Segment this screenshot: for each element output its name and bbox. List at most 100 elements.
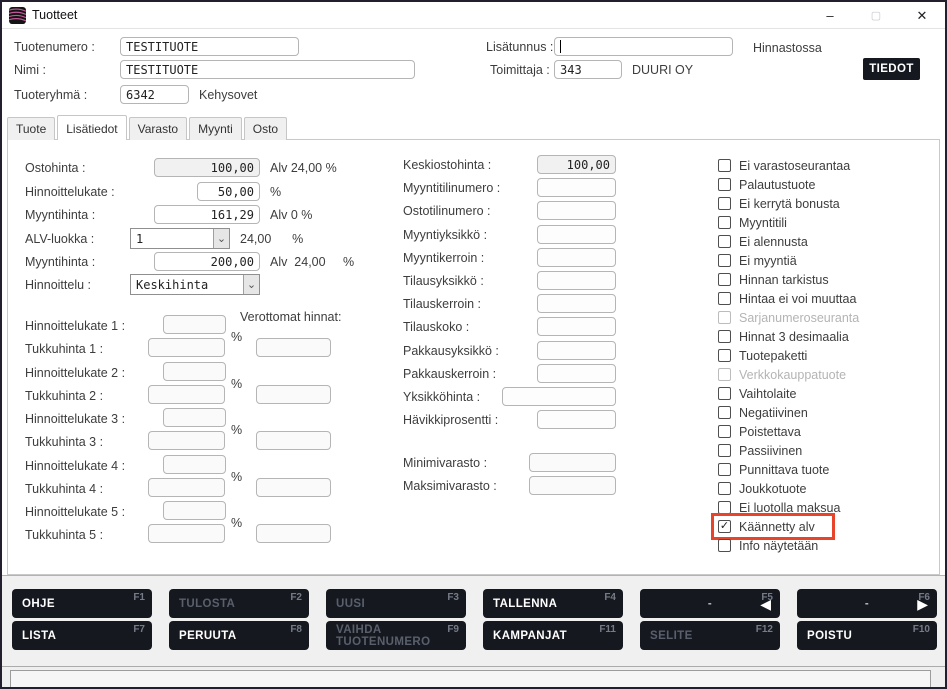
checkbox[interactable]: ✓ <box>718 520 731 533</box>
checkbox[interactable] <box>718 330 731 343</box>
detail-input[interactable] <box>537 341 616 360</box>
checkbox-row[interactable]: Joukkotuote <box>715 479 809 498</box>
toimittaja-input[interactable] <box>554 60 622 79</box>
detail-input[interactable] <box>537 178 616 197</box>
checkbox[interactable] <box>718 292 731 305</box>
checkbox-row[interactable]: Negatiivinen <box>715 403 811 422</box>
checkbox-row[interactable]: Hinnat 3 desimaalia <box>715 327 852 346</box>
checkbox[interactable] <box>718 273 731 286</box>
veroton-input[interactable] <box>256 478 331 497</box>
checkbox-row[interactable]: Poistettava <box>715 422 804 441</box>
tab[interactable]: Varasto <box>129 117 187 140</box>
tab[interactable]: Tuote <box>7 117 55 140</box>
checkbox-row[interactable]: Ei luotolla maksua <box>715 498 843 517</box>
footer-button[interactable]: UUSI F3 <box>326 589 466 618</box>
maximize-button[interactable]: ▢ <box>853 2 899 29</box>
checkbox-row[interactable]: Ei kerrytä bonusta <box>715 194 843 213</box>
footer-button[interactable]: SELITE F12 <box>640 621 780 650</box>
checkbox-row[interactable]: Ei alennusta <box>715 232 811 251</box>
veroton-input[interactable] <box>256 524 331 543</box>
detail-input[interactable] <box>537 364 616 383</box>
kate-input[interactable] <box>163 455 226 474</box>
kate-input[interactable] <box>163 408 226 427</box>
checkbox[interactable] <box>718 444 731 457</box>
checkbox[interactable] <box>718 501 731 514</box>
checkbox-row[interactable]: Passiivinen <box>715 441 805 460</box>
kate-input[interactable] <box>163 362 226 381</box>
footer-button[interactable]: POISTU F10 <box>797 621 937 650</box>
kate-input[interactable] <box>163 315 226 334</box>
kate-input[interactable] <box>163 501 226 520</box>
checkbox-row[interactable]: Sarjanumeroseuranta <box>715 308 862 327</box>
tuotenumero-input[interactable] <box>120 37 299 56</box>
detail-input[interactable] <box>537 248 616 267</box>
checkbox-row[interactable]: ✓ Käännetty alv <box>715 517 831 536</box>
tukku-input[interactable] <box>148 478 225 497</box>
veroton-input[interactable] <box>256 431 331 450</box>
footer-button[interactable]: - F5 ◀ <box>640 589 780 618</box>
footer-button[interactable]: TULOSTA F2 <box>169 589 309 618</box>
checkbox[interactable] <box>718 425 731 438</box>
detail-input[interactable] <box>537 410 616 429</box>
checkbox-row[interactable]: Ei myyntiä <box>715 251 800 270</box>
footer-button[interactable]: - F6 ▶ <box>797 589 937 618</box>
myyntihinta2-input[interactable] <box>154 252 260 271</box>
tab[interactable]: Myynti <box>189 117 242 140</box>
nimi-input[interactable] <box>120 60 415 79</box>
detail-input[interactable] <box>529 476 616 495</box>
checkbox[interactable] <box>718 311 731 324</box>
detail-input[interactable] <box>537 317 616 336</box>
checkbox[interactable] <box>718 349 731 362</box>
checkbox-row[interactable]: Punnittava tuote <box>715 460 832 479</box>
checkbox[interactable] <box>718 216 731 229</box>
checkbox[interactable] <box>718 368 731 381</box>
checkbox[interactable] <box>718 482 731 495</box>
checkbox-row[interactable]: Ei varastoseurantaa <box>715 156 853 175</box>
footer-button[interactable]: TALLENNA F4 <box>483 589 623 618</box>
checkbox-row[interactable]: Vaihtolaite <box>715 384 799 403</box>
detail-input[interactable] <box>537 225 616 244</box>
checkbox-row[interactable]: Verkkokauppatuote <box>715 365 849 384</box>
checkbox-row[interactable]: Tuotepaketti <box>715 346 810 365</box>
tukku-input[interactable] <box>148 385 225 404</box>
minimize-button[interactable]: – <box>807 2 853 29</box>
tiedot-button[interactable]: TIEDOT <box>863 58 920 80</box>
footer-button[interactable]: PERUUTA F8 <box>169 621 309 650</box>
footer-button[interactable]: LISTA F7 <box>12 621 152 650</box>
checkbox-row[interactable]: Myyntitili <box>715 213 790 232</box>
checkbox[interactable] <box>718 406 731 419</box>
detail-input[interactable] <box>537 271 616 290</box>
lisatunnus-input[interactable] <box>554 37 733 56</box>
tuoteryhma-input[interactable] <box>120 85 189 104</box>
veroton-input[interactable] <box>256 385 331 404</box>
checkbox[interactable] <box>718 159 731 172</box>
checkbox-row[interactable]: Palautustuote <box>715 175 818 194</box>
checkbox[interactable] <box>718 197 731 210</box>
detail-input[interactable] <box>529 453 616 472</box>
footer-button[interactable]: OHJE F1 <box>12 589 152 618</box>
myyntihinta1-input[interactable] <box>154 205 260 224</box>
ostohinta-input[interactable] <box>154 158 260 177</box>
alv-luokka-select[interactable]: 1 ⌄ <box>130 228 230 249</box>
hinnoittelu-select[interactable]: Keskihinta ⌄ <box>130 274 260 295</box>
tukku-input[interactable] <box>148 524 225 543</box>
footer-button[interactable]: VAIHDA TUOTENUMERO F9 <box>326 621 466 650</box>
detail-input[interactable] <box>537 294 616 313</box>
chevron-down-icon[interactable]: ⌄ <box>213 229 229 248</box>
close-button[interactable]: ✕ <box>899 2 945 29</box>
tab[interactable]: Lisätiedot <box>57 115 126 140</box>
checkbox[interactable] <box>718 178 731 191</box>
detail-input[interactable] <box>502 387 616 406</box>
tukku-input[interactable] <box>148 338 225 357</box>
checkbox-row[interactable]: Hintaa ei voi muuttaa <box>715 289 859 308</box>
detail-input[interactable] <box>537 201 616 220</box>
checkbox[interactable] <box>718 254 731 267</box>
tab[interactable]: Osto <box>244 117 287 140</box>
tukku-input[interactable] <box>148 431 225 450</box>
detail-input[interactable] <box>537 155 616 174</box>
veroton-input[interactable] <box>256 338 331 357</box>
footer-button[interactable]: KAMPANJAT F11 <box>483 621 623 650</box>
checkbox[interactable] <box>718 235 731 248</box>
checkbox-row[interactable]: Hinnan tarkistus <box>715 270 832 289</box>
hinnoittelukate-input[interactable] <box>197 182 260 201</box>
